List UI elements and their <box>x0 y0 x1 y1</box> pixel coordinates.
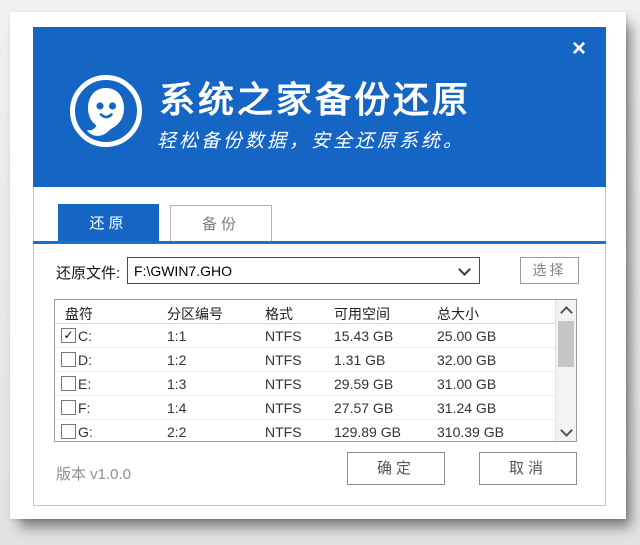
row-checkbox[interactable] <box>61 376 76 391</box>
row-checkbox[interactable]: ✓ <box>61 328 76 343</box>
cell-total-size: 32.00 GB <box>437 352 496 368</box>
cell-partition: 1:4 <box>167 400 186 416</box>
scrollbar-thumb[interactable] <box>558 321 574 367</box>
ok-button[interactable]: 确定 <box>347 452 445 485</box>
cell-total-size: 31.24 GB <box>437 400 496 416</box>
row-checkbox[interactable] <box>61 424 76 439</box>
partition-table: 盘符 分区编号 格式 可用空间 总大小 ✓C: 1:1 NTFS 15.43 GB 25… <box>54 299 577 442</box>
cell-partition: 1:1 <box>167 328 186 344</box>
table-scrollbar[interactable] <box>555 300 576 441</box>
cell-drive: D: <box>78 352 92 368</box>
col-drive: 盘符 <box>65 304 93 324</box>
cell-drive: F: <box>78 400 90 416</box>
cell-format: NTFS <box>265 424 302 440</box>
col-total-size: 总大小 <box>437 304 479 324</box>
cell-format: NTFS <box>265 376 302 392</box>
window-card: × 系统之家备份还原 轻松备份数据，安全还原系统。 还原 备份 还原文件: <box>10 12 626 519</box>
cell-drive: G: <box>78 424 93 440</box>
row-checkbox[interactable] <box>61 400 76 415</box>
cell-free-space: 15.43 GB <box>334 328 393 344</box>
cell-free-space: 27.57 GB <box>334 400 393 416</box>
scroll-down-icon[interactable] <box>556 421 576 441</box>
table-row[interactable]: ✓C: 1:1 NTFS 15.43 GB 25.00 GB <box>55 324 576 348</box>
scroll-up-icon[interactable] <box>556 300 576 320</box>
table-header: 盘符 分区编号 格式 可用空间 总大小 <box>55 300 576 324</box>
cell-total-size: 31.00 GB <box>437 376 496 392</box>
restore-file-combobox[interactable]: F:\GWIN7.GHO <box>127 257 480 284</box>
tab-backup[interactable]: 备份 <box>170 205 272 242</box>
table-row[interactable]: D: 1:2 NTFS 1.31 GB 32.00 GB <box>55 348 576 372</box>
cell-free-space: 129.89 GB <box>334 424 401 440</box>
cell-format: NTFS <box>265 400 302 416</box>
table-row[interactable]: F: 1:4 NTFS 27.57 GB 31.24 GB <box>55 396 576 420</box>
cell-format: NTFS <box>265 352 302 368</box>
cell-total-size: 25.00 GB <box>437 328 496 344</box>
table-row[interactable]: E: 1:3 NTFS 29.59 GB 31.00 GB <box>55 372 576 396</box>
close-icon[interactable]: × <box>572 37 586 61</box>
cell-partition: 2:2 <box>167 424 186 440</box>
cell-total-size: 310.39 GB <box>437 424 504 440</box>
app-title: 系统之家备份还原 <box>159 71 471 123</box>
table-row[interactable]: G: 2:2 NTFS 129.89 GB 310.39 GB <box>55 420 576 443</box>
table-body: ✓C: 1:1 NTFS 15.43 GB 25.00 GB D: 1:2 NTFS 1.31 … <box>55 324 576 443</box>
ghost-logo-icon <box>70 75 142 147</box>
version-label: 版本 v1.0.0 <box>56 463 131 484</box>
cell-format: NTFS <box>265 328 302 344</box>
title-bar: × 系统之家备份还原 轻松备份数据，安全还原系统。 <box>33 27 606 187</box>
restore-file-value: F:\GWIN7.GHO <box>134 263 232 279</box>
row-checkbox[interactable] <box>61 352 76 367</box>
cell-partition: 1:3 <box>167 376 186 392</box>
col-format: 格式 <box>265 304 293 324</box>
cell-free-space: 29.59 GB <box>334 376 393 392</box>
app-slogan: 轻松备份数据，安全还原系统。 <box>157 126 465 153</box>
cell-drive: E: <box>78 376 91 392</box>
cell-free-space: 1.31 GB <box>334 352 385 368</box>
app-background: × 系统之家备份还原 轻松备份数据，安全还原系统。 还原 备份 还原文件: <box>0 0 640 545</box>
tab-restore[interactable]: 还原 <box>58 204 159 243</box>
backup-restore-dialog: × 系统之家备份还原 轻松备份数据，安全还原系统。 还原 备份 还原文件: <box>33 27 606 506</box>
cell-partition: 1:2 <box>167 352 186 368</box>
chevron-down-icon[interactable] <box>458 263 471 276</box>
tab-accent-line <box>33 241 606 244</box>
select-file-button[interactable]: 选择 <box>520 257 579 284</box>
cancel-button[interactable]: 取消 <box>479 452 577 485</box>
col-partition: 分区编号 <box>167 304 223 324</box>
col-free-space: 可用空间 <box>334 304 390 324</box>
cell-drive: C: <box>78 328 92 344</box>
restore-file-label: 还原文件: <box>56 262 120 283</box>
